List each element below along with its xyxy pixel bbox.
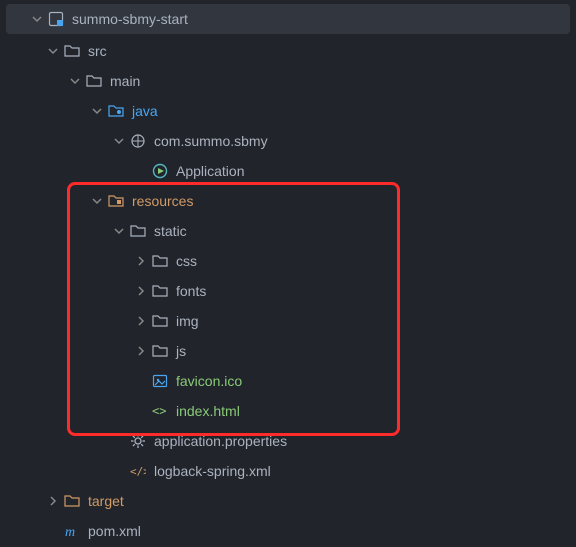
- item-label: application.properties: [154, 426, 287, 456]
- chevron-down-icon: [110, 226, 128, 236]
- folder-icon: [150, 343, 170, 359]
- tree-item-logback[interactable]: logback-spring.xml: [0, 456, 576, 486]
- tree-item-fonts[interactable]: fonts: [0, 276, 576, 306]
- item-label: main: [110, 66, 140, 96]
- tree-item-main[interactable]: main: [0, 66, 576, 96]
- folder-icon: [84, 73, 104, 89]
- item-label: Application: [176, 156, 245, 186]
- item-label: index.html: [176, 396, 240, 426]
- item-label: img: [176, 306, 199, 336]
- chevron-down-icon: [88, 196, 106, 206]
- tree-item-src[interactable]: src: [0, 36, 576, 66]
- tree-item-package[interactable]: com.summo.sbmy: [0, 126, 576, 156]
- item-label: css: [176, 246, 197, 276]
- folder-icon: [62, 493, 82, 509]
- package-icon: [128, 133, 148, 149]
- tree-root[interactable]: summo-sbmy-start: [6, 4, 570, 34]
- tree-item-static[interactable]: static: [0, 216, 576, 246]
- tree-item-js[interactable]: js: [0, 336, 576, 366]
- folder-icon: [62, 43, 82, 59]
- maven-icon: [62, 523, 82, 539]
- tree-item-favicon[interactable]: favicon.ico: [0, 366, 576, 396]
- tree-item-java[interactable]: java: [0, 96, 576, 126]
- tree-item-pom[interactable]: pom.xml: [0, 516, 576, 546]
- class-runnable-icon: [150, 163, 170, 179]
- item-label: src: [88, 36, 107, 66]
- item-label: com.summo.sbmy: [154, 126, 268, 156]
- chevron-down-icon: [88, 106, 106, 116]
- item-label: logback-spring.xml: [154, 456, 271, 486]
- item-label: static: [154, 216, 187, 246]
- chevron-right-icon: [44, 496, 62, 506]
- chevron-right-icon: [132, 256, 150, 266]
- chevron-down-icon: [28, 14, 46, 24]
- root-label: summo-sbmy-start: [72, 4, 188, 34]
- gear-icon: [128, 433, 148, 449]
- item-label: pom.xml: [88, 516, 141, 546]
- tree-item-index[interactable]: index.html: [0, 396, 576, 426]
- item-label: target: [88, 486, 124, 516]
- folder-icon: [128, 223, 148, 239]
- chevron-down-icon: [66, 76, 84, 86]
- tree-item-target[interactable]: target: [0, 486, 576, 516]
- item-label: resources: [132, 186, 193, 216]
- tree-item-css[interactable]: css: [0, 246, 576, 276]
- folder-icon: [150, 283, 170, 299]
- chevron-right-icon: [132, 346, 150, 356]
- item-label: fonts: [176, 276, 206, 306]
- xml-file-icon: [128, 463, 148, 479]
- module-icon: [46, 11, 66, 27]
- html-file-icon: [150, 403, 170, 419]
- folder-icon: [150, 253, 170, 269]
- chevron-right-icon: [132, 316, 150, 326]
- chevron-down-icon: [110, 136, 128, 146]
- tree-item-resources[interactable]: resources: [0, 186, 576, 216]
- chevron-right-icon: [132, 286, 150, 296]
- item-label: java: [132, 96, 158, 126]
- tree-item-application[interactable]: Application: [0, 156, 576, 186]
- tree-item-appprops[interactable]: application.properties: [0, 426, 576, 456]
- tree-item-img[interactable]: img: [0, 306, 576, 336]
- item-label: js: [176, 336, 186, 366]
- item-label: favicon.ico: [176, 366, 242, 396]
- image-file-icon: [150, 373, 170, 389]
- folder-resources-icon: [106, 193, 126, 209]
- chevron-down-icon: [44, 46, 62, 56]
- folder-source-icon: [106, 103, 126, 119]
- folder-icon: [150, 313, 170, 329]
